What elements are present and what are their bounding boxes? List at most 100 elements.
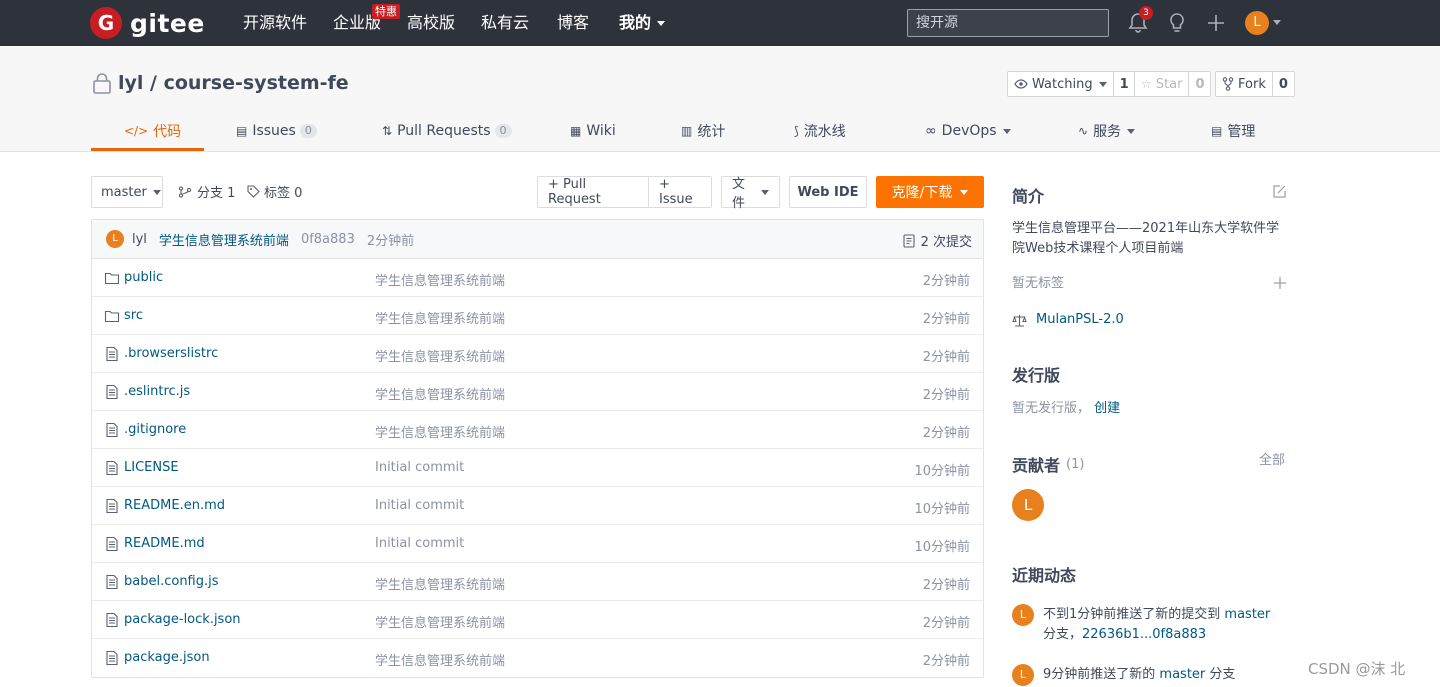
file-commit-message[interactable]: Initial commit [375, 498, 464, 513]
tab-devops[interactable]: ∞ DevOps [925, 120, 1011, 142]
table-row[interactable]: LICENSE Initial commit 10分钟前 [92, 449, 983, 487]
fork-button[interactable]: Fork 0 [1215, 71, 1295, 97]
chevron-down-icon [960, 189, 969, 195]
avatar[interactable]: L [1012, 604, 1034, 626]
tab-stats[interactable]: ▥ 统计 [681, 120, 725, 142]
tab-pipeline[interactable]: ⟆ 流水线 [794, 120, 846, 142]
no-tags-text: 暂无标签 [1012, 276, 1065, 291]
user-avatar[interactable]: L [1245, 11, 1269, 35]
commit-count-link[interactable]: 2 次提交 [903, 231, 972, 250]
file-commit-message[interactable]: Initial commit [375, 536, 464, 551]
notification-badge: 3 [1139, 6, 1153, 20]
file-commit-message[interactable]: 学生信息管理系统前端 [375, 270, 505, 289]
chevron-down-icon [657, 20, 666, 26]
no-releases-text: 暂无发行版， [1012, 401, 1091, 416]
star-count[interactable]: 0 [1188, 72, 1210, 96]
top-navbar: G gitee 开源软件 企业版 特惠 高校版 私有云 博客 我的 搜开源 3 … [0, 0, 1440, 46]
file-name[interactable]: babel.config.js [124, 574, 219, 589]
web-ide-button[interactable]: Web IDE [789, 176, 867, 208]
license-link[interactable]: MulanPSL-2.0 [1012, 310, 1124, 330]
watch-button[interactable]: Watching 1 [1007, 71, 1136, 97]
file-commit-message[interactable]: 学生信息管理系统前端 [375, 422, 505, 441]
issues-count: 0 [299, 124, 317, 138]
commit-hash[interactable]: 0f8a883 [301, 232, 355, 247]
activity-branch-link[interactable]: master [1159, 667, 1205, 682]
file-name[interactable]: src [124, 308, 143, 323]
contributor-avatar[interactable]: L [1012, 489, 1044, 521]
nav-mine[interactable]: 我的 [619, 13, 666, 33]
add-tag-icon[interactable] [1273, 276, 1287, 290]
file-name[interactable]: .gitignore [124, 422, 186, 437]
star-button[interactable]: ☆ Star 0 [1134, 71, 1212, 97]
tab-manage[interactable]: ▤ 管理 [1211, 120, 1255, 142]
file-commit-message[interactable]: 学生信息管理系统前端 [375, 650, 505, 669]
table-row[interactable]: public 学生信息管理系统前端 2分钟前 [92, 259, 983, 297]
file-name[interactable]: README.en.md [124, 498, 225, 513]
tab-pull-requests[interactable]: ⇅ Pull Requests 0 [382, 120, 512, 142]
tab-code[interactable]: </> 代码 [124, 120, 181, 142]
code-icon: </> [124, 124, 149, 138]
pipeline-icon: ⟆ [794, 124, 799, 138]
table-row[interactable]: README.md Initial commit 10分钟前 [92, 525, 983, 563]
file-commit-time: 10分钟前 [914, 502, 970, 517]
all-contributors-link[interactable]: 全部 [1259, 451, 1285, 471]
file-name[interactable]: LICENSE [124, 460, 179, 475]
file-name[interactable]: README.md [124, 536, 205, 551]
file-name[interactable]: package-lock.json [124, 612, 241, 627]
file-name[interactable]: .browserslistrc [124, 346, 218, 361]
file-icon [106, 536, 118, 552]
file-icon [106, 384, 118, 400]
file-commit-message[interactable]: 学生信息管理系统前端 [375, 612, 505, 631]
releases-text: 暂无发行版， 创建 [1012, 399, 1120, 419]
file-commit-time: 2分钟前 [922, 578, 970, 593]
clone-download-button[interactable]: 克隆/下载 [876, 176, 984, 208]
repo-name[interactable]: lyl / course-system-fe [118, 72, 349, 94]
tab-issues[interactable]: ▤ Issues 0 [236, 120, 317, 142]
fork-label: Fork [1238, 76, 1266, 92]
table-row[interactable]: .browserslistrc 学生信息管理系统前端 2分钟前 [92, 335, 983, 373]
table-row[interactable]: package-lock.json 学生信息管理系统前端 2分钟前 [92, 601, 983, 639]
edit-icon[interactable] [1272, 184, 1287, 199]
activity-branch-link[interactable]: master [1224, 607, 1270, 622]
file-menu-button[interactable]: 文件 [721, 176, 780, 211]
user-menu-chevron-icon[interactable] [1273, 20, 1281, 25]
table-row[interactable]: .gitignore 学生信息管理系统前端 2分钟前 [92, 411, 983, 449]
file-name[interactable]: package.json [124, 650, 210, 665]
table-row[interactable]: package.json 学生信息管理系统前端 2分钟前 [92, 639, 983, 677]
tags-link[interactable]: 标签 0 [247, 182, 302, 201]
avatar[interactable]: L [106, 230, 124, 248]
table-row[interactable]: src 学生信息管理系统前端 2分钟前 [92, 297, 983, 335]
branch-select[interactable]: master [91, 176, 163, 208]
nav-open-source[interactable]: 开源软件 [243, 13, 307, 33]
watch-count[interactable]: 1 [1112, 72, 1135, 96]
create-release-link[interactable]: 创建 [1094, 401, 1120, 416]
fork-count[interactable]: 0 [1271, 72, 1294, 96]
file-name[interactable]: public [124, 270, 163, 285]
commit-author[interactable]: lyl [132, 232, 147, 247]
activity-compare-link[interactable]: 22636b1...0f8a883 [1082, 627, 1206, 642]
table-row[interactable]: README.en.md Initial commit 10分钟前 [92, 487, 983, 525]
file-commit-message[interactable]: 学生信息管理系统前端 [375, 308, 505, 327]
branches-link[interactable]: 分支 1 [178, 182, 235, 201]
avatar[interactable]: L [1012, 664, 1034, 686]
table-row[interactable]: .eslintrc.js 学生信息管理系统前端 2分钟前 [92, 373, 983, 411]
new-issue-button[interactable]: + Issue [648, 177, 711, 207]
file-name[interactable]: .eslintrc.js [124, 384, 190, 399]
file-commit-message[interactable]: 学生信息管理系统前端 [375, 346, 505, 365]
nav-private-cloud[interactable]: 私有云 [481, 13, 529, 33]
nav-education[interactable]: 高校版 [407, 13, 455, 33]
file-commit-message[interactable]: Initial commit [375, 460, 464, 475]
tab-service[interactable]: ∿ 服务 [1078, 120, 1136, 142]
table-row[interactable]: babel.config.js 学生信息管理系统前端 2分钟前 [92, 563, 983, 601]
nav-blog[interactable]: 博客 [557, 13, 589, 33]
commit-message[interactable]: 学生信息管理系统前端 [159, 230, 289, 249]
plus-icon[interactable] [1204, 11, 1228, 35]
file-commit-message[interactable]: 学生信息管理系统前端 [375, 574, 505, 593]
tab-manage-label: 管理 [1227, 124, 1256, 140]
lightbulb-icon[interactable] [1165, 11, 1189, 35]
search-input[interactable]: 搜开源 [907, 9, 1109, 37]
file-commit-message[interactable]: 学生信息管理系统前端 [375, 384, 505, 403]
gitee-logo[interactable]: G gitee [90, 6, 205, 40]
tab-wiki[interactable]: ▦ Wiki [570, 120, 616, 142]
new-pull-request-button[interactable]: + Pull Request [538, 177, 648, 207]
